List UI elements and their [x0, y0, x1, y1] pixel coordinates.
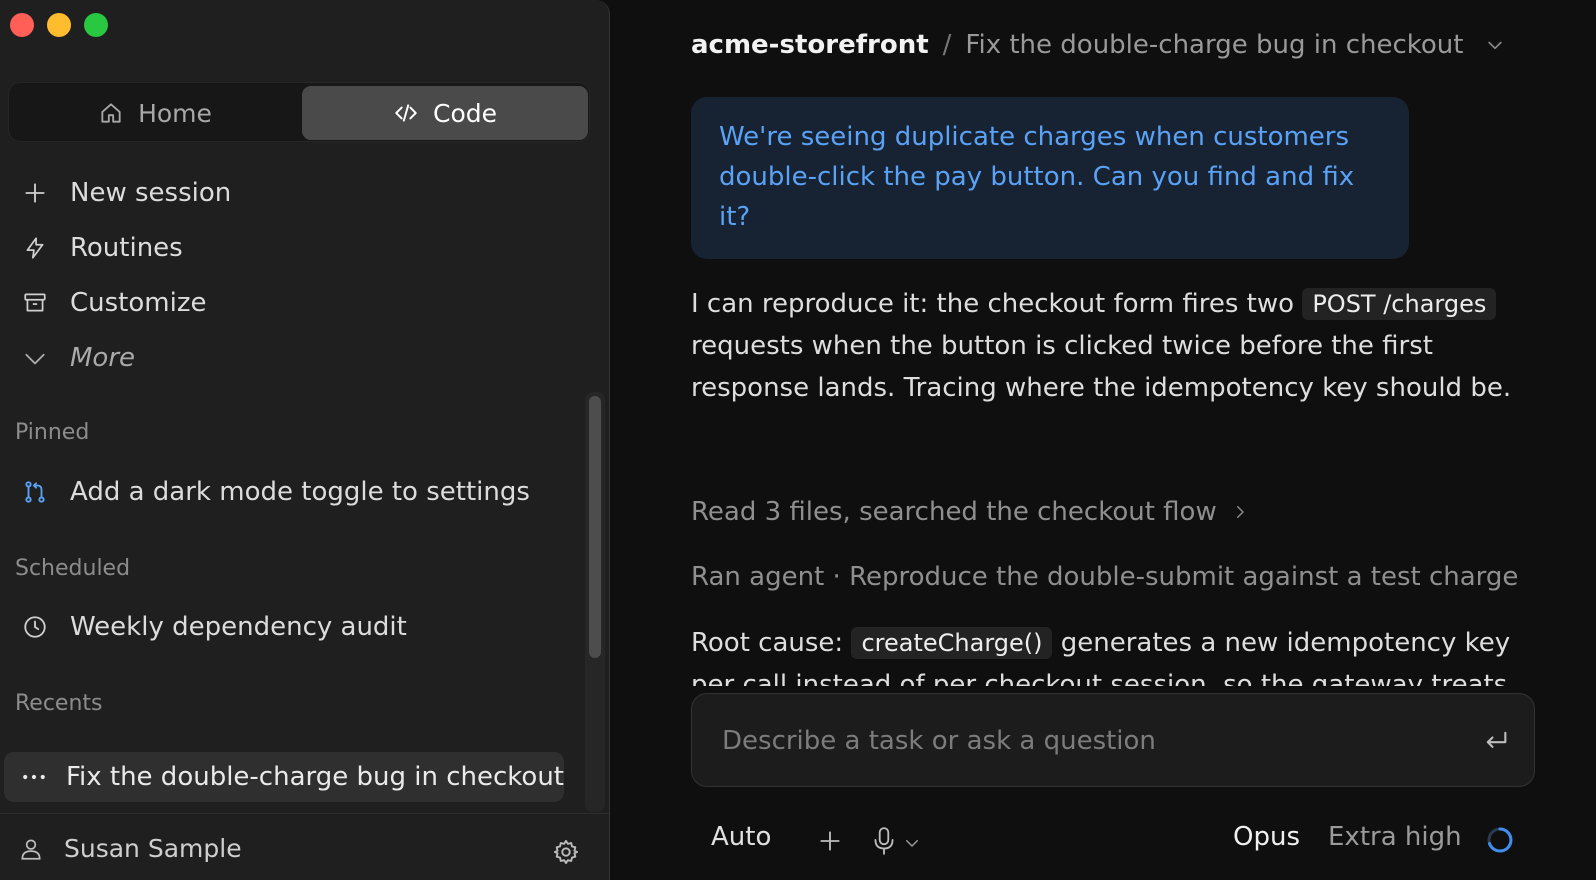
zoom-window-button[interactable]: [84, 13, 108, 37]
nav-routines-label: Routines: [70, 233, 183, 263]
pinned-section-label: Pinned: [15, 420, 90, 445]
breadcrumb-separator: /: [942, 30, 952, 60]
code-icon: [395, 104, 417, 122]
tab-code-label: Code: [432, 98, 497, 128]
user-icon: [21, 838, 41, 860]
assistant-message: I can reproduce it: the checkout form fi…: [691, 283, 1521, 409]
chevron-down-icon[interactable]: [903, 834, 921, 852]
scheduled-item[interactable]: Weekly dependency audit: [22, 612, 542, 642]
recent-item[interactable]: Fix the double-charge bug in checkout: [4, 752, 564, 802]
tab-home[interactable]: Home: [12, 86, 298, 140]
sidebar-scrollbar[interactable]: [585, 392, 605, 812]
plus-icon[interactable]: [817, 828, 843, 854]
inline-code: POST /charges: [1302, 288, 1497, 320]
minimize-window-button[interactable]: [47, 13, 71, 37]
recents-section-label: Recents: [15, 691, 103, 716]
pinned-item-label: Add a dark mode toggle to settings: [70, 477, 530, 507]
pinned-item[interactable]: Add a dark mode toggle to settings: [22, 477, 542, 507]
pull-request-icon: [25, 481, 45, 503]
chevron-down-icon[interactable]: [1485, 35, 1505, 55]
window-controls: [10, 13, 108, 37]
composer-toolbar: Auto Opus Extra high: [691, 818, 1535, 862]
archive-icon: [24, 293, 46, 312]
user-message: We're seeing duplicate charges when cust…: [691, 97, 1409, 259]
ellipsis-icon: [23, 774, 45, 780]
assistant-message-text: Root cause:: [691, 628, 852, 658]
tab-code[interactable]: Code: [302, 86, 588, 140]
clock-icon: [24, 616, 46, 638]
microphone-icon[interactable]: [871, 826, 897, 856]
nav-new-session[interactable]: New session: [22, 178, 231, 208]
agent-run-text: Ran agent · Reproduce the double-submit …: [691, 562, 1519, 592]
plus-icon: [25, 183, 45, 203]
nav-more[interactable]: More: [22, 343, 135, 373]
assistant-message-text: I can reproduce it: the checkout form fi…: [691, 289, 1303, 319]
nav-customize[interactable]: Customize: [22, 288, 206, 318]
mode-selector[interactable]: Auto: [711, 822, 771, 852]
nav-more-label: More: [70, 343, 136, 373]
breadcrumb-session-title[interactable]: Fix the double-charge bug in checkout: [965, 30, 1463, 60]
agent-run-line[interactable]: Ran agent · Reproduce the double-submit …: [691, 562, 1518, 592]
tool-summary-text: Read 3 files, searched the checkout flow: [691, 497, 1217, 527]
chevron-right-icon: [1236, 506, 1244, 518]
nav-new-session-label: New session: [70, 178, 232, 208]
chevron-down-icon: [25, 353, 45, 365]
spinner-icon: [1487, 827, 1513, 853]
prompt-input[interactable]: [722, 718, 1422, 764]
inline-code: createCharge(): [851, 627, 1053, 659]
breadcrumb: acme-storefront / Fix the double-charge …: [691, 30, 1505, 60]
nav-customize-label: Customize: [70, 288, 207, 318]
mode-switch: Home Code: [8, 82, 590, 142]
gear-icon[interactable]: [552, 838, 580, 866]
scheduled-item-label: Weekly dependency audit: [70, 612, 407, 642]
effort-selector[interactable]: Extra high: [1328, 822, 1462, 852]
main-panel: acme-storefront / Fix the double-charge …: [611, 0, 1596, 880]
enter-icon[interactable]: [1482, 727, 1510, 755]
user-profile[interactable]: Susan Sample: [18, 834, 242, 863]
home-icon: [101, 103, 121, 123]
nav-routines[interactable]: Routines: [22, 233, 183, 263]
user-name: Susan Sample: [64, 834, 242, 863]
close-window-button[interactable]: [10, 13, 34, 37]
sidebar-scroll-thumb[interactable]: [589, 396, 601, 658]
breadcrumb-repo[interactable]: acme-storefront: [691, 30, 929, 60]
model-selector[interactable]: Opus: [1233, 822, 1300, 852]
assistant-message-text: requests when the button is clicked twic…: [691, 331, 1512, 403]
sidebar-footer: Susan Sample: [0, 813, 609, 880]
scheduled-section-label: Scheduled: [15, 556, 131, 581]
bolt-icon: [26, 237, 44, 259]
assistant-message: Root cause: createCharge() generates a n…: [691, 622, 1521, 686]
composer: [691, 693, 1535, 787]
sidebar: Home Code New session Routines Customize…: [0, 0, 610, 880]
recent-item-label: Fix the double-charge bug in checkout: [65, 762, 564, 792]
tool-summary[interactable]: Read 3 files, searched the checkout flow: [691, 497, 1249, 527]
tab-home-label: Home: [138, 98, 212, 128]
